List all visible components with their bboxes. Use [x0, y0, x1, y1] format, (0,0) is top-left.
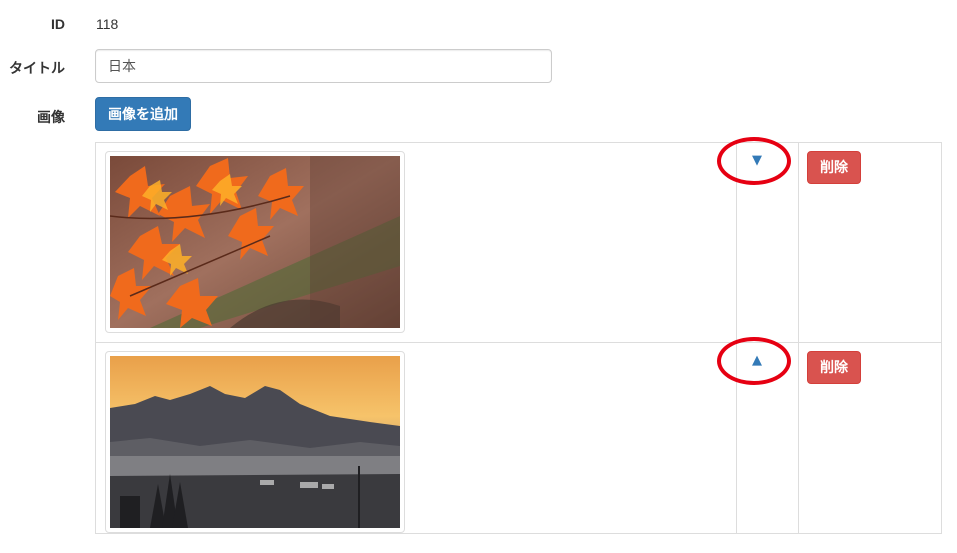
image-cell [96, 343, 736, 533]
title-row: タイトル [0, 49, 957, 83]
image-thumbnail [105, 151, 405, 333]
image-list-row: ▼ 削除 [96, 143, 941, 343]
delete-button[interactable]: 削除 [807, 351, 861, 384]
image-row: 画像 画像を追加 [0, 97, 957, 131]
image-thumbnail [105, 351, 405, 533]
id-value: 118 [96, 16, 119, 32]
add-image-button[interactable]: 画像を追加 [95, 97, 191, 131]
delete-cell: 削除 [798, 343, 942, 533]
mountain-sunrise-photo [110, 356, 400, 528]
id-row: ID 118 [0, 8, 957, 32]
move-cell: ▲ [736, 343, 799, 533]
image-label: 画像 [37, 109, 65, 125]
move-cell: ▼ [736, 143, 799, 342]
title-input[interactable] [95, 49, 552, 83]
arrow-up-icon[interactable]: ▲ [747, 353, 767, 368]
image-list-table: ▼ 削除 ▲ 削除 [95, 142, 942, 534]
image-list-row: ▲ 削除 [96, 343, 941, 533]
arrow-down-icon[interactable]: ▼ [747, 153, 767, 168]
delete-cell: 削除 [798, 143, 942, 342]
title-label: タイトル [9, 60, 65, 76]
autumn-maple-photo [110, 156, 400, 328]
delete-button[interactable]: 削除 [807, 151, 861, 184]
id-label: ID [51, 16, 65, 32]
edit-form-page: ID 118 タイトル 画像 画像を追加 [0, 0, 957, 553]
image-cell [96, 143, 736, 342]
